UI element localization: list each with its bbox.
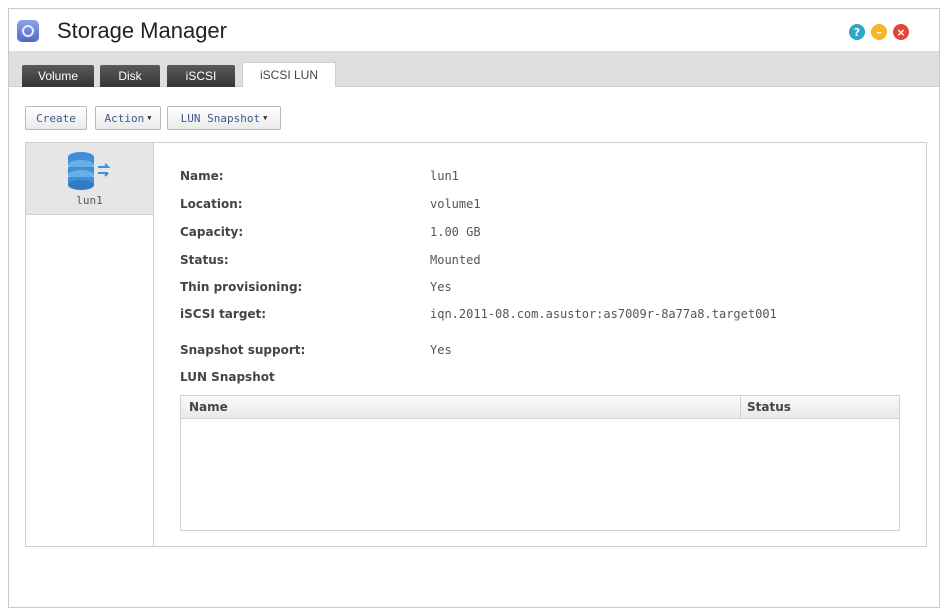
location-label: Location:: [180, 197, 243, 211]
column-header-name[interactable]: Name: [189, 400, 228, 414]
tab-iscsi-lun[interactable]: iSCSI LUN: [242, 62, 336, 87]
iscsi-target-label: iSCSI target:: [180, 307, 267, 321]
lun-list-item[interactable]: lun1: [26, 143, 153, 215]
name-value: lun1: [430, 169, 459, 183]
lun-panel: lun1 Name: lun1 Location: volume1 Capaci…: [25, 142, 927, 547]
chevron-down-icon: ▼: [263, 114, 268, 122]
close-icon[interactable]: ×: [893, 24, 909, 40]
column-header-status[interactable]: Status: [747, 400, 791, 414]
title-bar[interactable]: Storage Manager ? – ×: [9, 9, 939, 51]
storage-manager-window: Storage Manager ? – × Volume Disk iSCSI …: [8, 8, 940, 608]
lun-item-label: lun1: [76, 194, 103, 207]
tab-bar: Volume Disk iSCSI iSCSI LUN: [9, 51, 939, 87]
window-title: Storage Manager: [57, 18, 227, 43]
capacity-value: 1.00 GB: [430, 225, 481, 239]
snapshot-support-value: Yes: [430, 343, 452, 357]
lun-snapshot-dropdown-button[interactable]: LUN Snapshot ▼: [167, 106, 281, 130]
lun-snapshot-heading: LUN Snapshot: [180, 370, 275, 384]
tab-disk[interactable]: Disk: [100, 65, 160, 87]
help-icon[interactable]: ?: [849, 24, 865, 40]
thin-provisioning-value: Yes: [430, 280, 452, 294]
location-value: volume1: [430, 197, 481, 211]
database-lun-icon: [68, 152, 111, 190]
lun-snapshot-button-label: LUN Snapshot: [180, 111, 261, 125]
minimize-icon[interactable]: –: [871, 24, 887, 40]
status-label: Status:: [180, 253, 229, 267]
action-button-label: Action: [104, 111, 145, 125]
snapshot-table-header: Name Status: [181, 396, 899, 419]
column-divider: [740, 396, 741, 419]
snapshot-table-body: [181, 419, 899, 530]
tab-volume[interactable]: Volume: [22, 65, 94, 87]
capacity-label: Capacity:: [180, 225, 244, 239]
create-button[interactable]: Create: [25, 106, 87, 130]
storage-manager-icon: [17, 20, 39, 42]
tab-iscsi[interactable]: iSCSI: [167, 65, 235, 87]
thin-provisioning-label: Thin provisioning:: [180, 280, 303, 294]
create-button-label: Create: [36, 111, 76, 125]
iscsi-target-value: iqn.2011-08.com.asustor:as7009r-8a77a8.t…: [430, 307, 777, 321]
name-label: Name:: [180, 169, 224, 183]
action-dropdown-button[interactable]: Action ▼: [95, 106, 161, 130]
snapshot-table: Name Status: [180, 395, 900, 531]
lun-list: lun1: [26, 143, 154, 546]
status-value: Mounted: [430, 253, 481, 267]
snapshot-support-label: Snapshot support:: [180, 343, 306, 357]
chevron-down-icon: ▼: [147, 114, 152, 122]
